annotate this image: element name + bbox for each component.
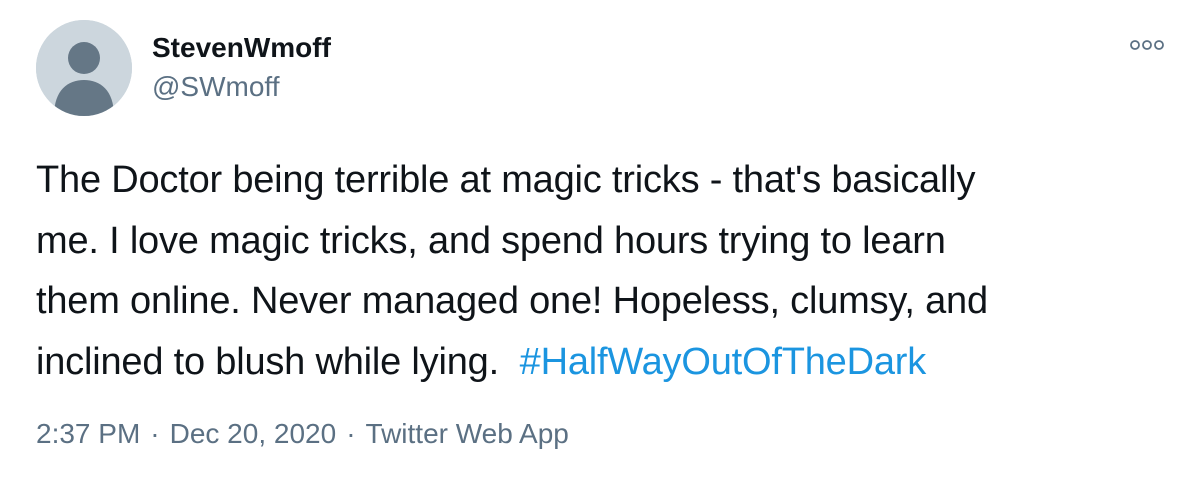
tweet-text-last-line: inclined to blush while lying. #HalfWayO… [36, 332, 1176, 393]
meta-separator: · [346, 418, 356, 449]
tweet-date-link[interactable]: Dec 20, 2020 [170, 418, 337, 449]
author-handle[interactable]: @SWmoff [152, 70, 279, 104]
author-display-name[interactable]: StevenWmoff [152, 30, 331, 66]
tweet-text-line: inclined to blush while lying. [36, 340, 499, 383]
hashtag-link[interactable]: #HalfWayOutOfTheDark [520, 341, 927, 383]
tweet-text: The Doctor being terrible at magic trick… [36, 150, 1176, 392]
more-options-icon [1130, 40, 1164, 50]
tweet-text-line: me. I love magic tricks, and spend hours… [36, 219, 946, 262]
tweet-text-line: The Doctor being terrible at magic trick… [36, 159, 976, 201]
tweet-source-link[interactable]: Twitter Web App [366, 418, 569, 449]
tweet-card: StevenWmoff @SWmoff The Doctor being ter… [0, 0, 1202, 478]
default-profile-avatar-icon [36, 20, 132, 116]
tweet-metadata: 2:37 PM · Dec 20, 2020 · Twitter Web App [36, 416, 569, 452]
meta-separator: · [150, 418, 160, 449]
tweet-text-line: them online. Never managed one! Hopeless… [36, 280, 988, 322]
tweet-time-link[interactable]: 2:37 PM [36, 418, 140, 449]
more-options-button[interactable] [1124, 30, 1170, 60]
avatar[interactable] [36, 20, 132, 116]
